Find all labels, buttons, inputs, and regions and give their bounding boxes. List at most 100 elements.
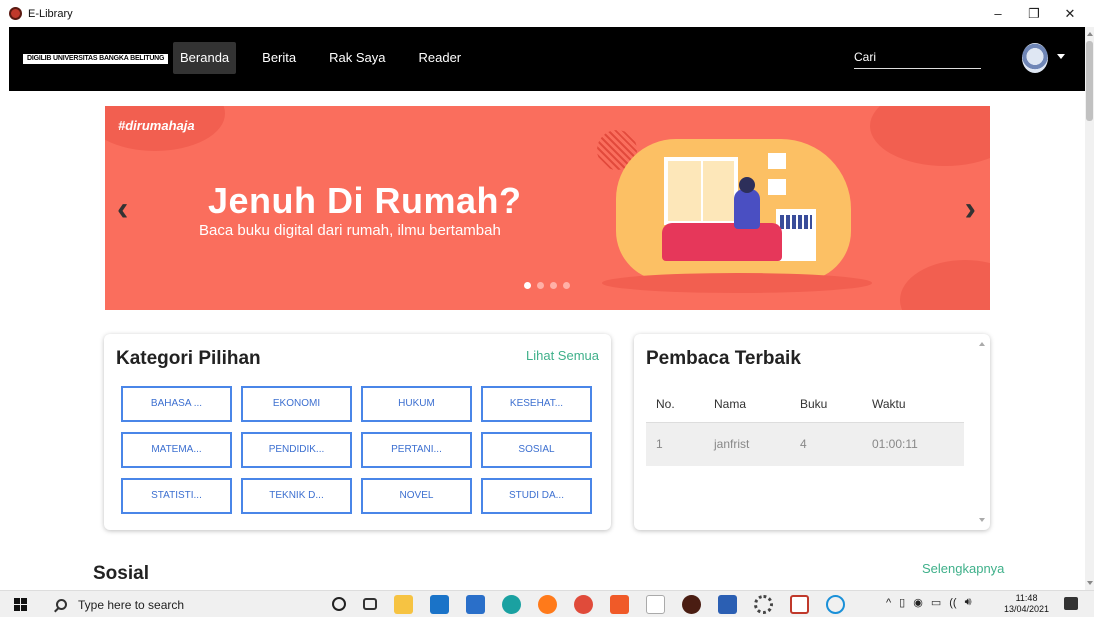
top-readers-table: No. Nama Buku Waktu 1 janfrist 4 01:00:1…	[646, 386, 964, 466]
carousel-dot[interactable]	[550, 282, 557, 289]
category-grid: BAHASA ... EKONOMI HUKUM KESEHAT... MATE…	[121, 386, 592, 514]
mail-icon[interactable]	[430, 595, 449, 614]
table-row: 1 janfrist 4 01:00:11	[646, 422, 964, 466]
nav-item-berita[interactable]: Berita	[255, 42, 303, 74]
banner-hashtag: #dirumahaja	[118, 118, 195, 133]
minimize-button[interactable]: –	[980, 6, 1016, 21]
category-button[interactable]: KESEHAT...	[481, 386, 592, 422]
chart-app-icon[interactable]	[790, 595, 809, 614]
category-button[interactable]: BAHASA ...	[121, 386, 232, 422]
settings-icon[interactable]	[754, 595, 773, 614]
top-navbar: DIGILIB UNIVERSITAS BANGKA BELITUNG Bera…	[9, 27, 1085, 91]
tray-device-icon[interactable]: ▭	[931, 596, 941, 609]
table-header-row: No. Nama Buku Waktu	[646, 386, 964, 423]
window-controls: – ❐ ✕	[980, 0, 1088, 27]
nav-links: Beranda Berita Rak Saya Reader	[173, 42, 487, 74]
category-button[interactable]: MATEMA...	[121, 432, 232, 468]
banner-headline: Jenuh Di Rumah?	[208, 180, 522, 221]
illustration-floor	[602, 273, 872, 293]
nav-item-rak-saya[interactable]: Rak Saya	[322, 42, 392, 74]
category-button[interactable]: NOVEL	[361, 478, 472, 514]
card-scrollbar[interactable]	[979, 338, 986, 526]
category-button[interactable]: PENDIDIK...	[241, 432, 352, 468]
kategori-title: Kategori Pilihan	[116, 348, 261, 369]
illustration-person	[734, 189, 760, 229]
task-view-icon[interactable]	[363, 598, 377, 610]
column-header: Buku	[800, 386, 872, 423]
section-title-sosial: Sosial	[93, 563, 149, 584]
banner-decor-blob	[900, 260, 990, 310]
clock-time: 11:48	[1015, 593, 1038, 603]
category-button[interactable]: EKONOMI	[241, 386, 352, 422]
illustration-bookshelf	[776, 209, 816, 261]
see-more-link[interactable]: Selengkapnya	[922, 561, 1004, 576]
notification-icon[interactable]	[1064, 597, 1078, 610]
search-icon	[56, 599, 67, 610]
window-titlebar: E-Library – ❐ ✕	[0, 0, 1094, 27]
category-button[interactable]: TEKNIK D...	[241, 478, 352, 514]
search-field	[854, 47, 981, 69]
cortana-icon[interactable]	[332, 597, 346, 611]
banner-subline: Baca buku digital dari rumah, ilmu berta…	[199, 222, 501, 239]
table-cell: janfrist	[714, 422, 800, 466]
scroll-down-icon[interactable]	[1087, 581, 1093, 585]
window-title: E-Library	[28, 7, 73, 20]
illustration-frame	[768, 153, 786, 169]
category-button[interactable]: STATISTI...	[121, 478, 232, 514]
app-icon[interactable]	[610, 595, 629, 614]
column-header: Waktu	[872, 386, 964, 423]
document-icon[interactable]	[646, 595, 665, 614]
illustration-window	[664, 157, 738, 225]
category-button[interactable]: HUKUM	[361, 386, 472, 422]
scrollbar-thumb[interactable]	[1086, 41, 1093, 121]
illustration-head	[739, 177, 755, 193]
carousel-dot[interactable]	[524, 282, 531, 289]
ie-icon[interactable]	[826, 595, 845, 614]
brand-logo[interactable]: DIGILIB UNIVERSITAS BANGKA BELITUNG	[23, 54, 169, 64]
word-icon[interactable]	[718, 595, 737, 614]
firefox-icon[interactable]	[538, 595, 557, 614]
caret-down-icon[interactable]	[1057, 54, 1065, 59]
page-scrollbar[interactable]	[1085, 27, 1094, 590]
carousel-prev-icon[interactable]: ‹	[117, 192, 128, 226]
carousel-next-icon[interactable]: ›	[965, 192, 976, 226]
scroll-up-icon[interactable]	[1087, 32, 1093, 36]
carousel-dot[interactable]	[537, 282, 544, 289]
scroll-up-icon[interactable]	[979, 342, 985, 346]
university-logo-icon[interactable]	[1022, 43, 1048, 73]
taskbar-search-placeholder: Type here to search	[78, 597, 185, 612]
category-button[interactable]: PERTANI...	[361, 432, 472, 468]
see-all-link[interactable]: Lihat Semua	[526, 348, 599, 363]
elibrary-icon[interactable]	[682, 595, 701, 614]
category-button[interactable]: SOSIAL	[481, 432, 592, 468]
search-input[interactable]	[854, 47, 981, 67]
banner-decor-blob	[870, 106, 990, 166]
edge-icon[interactable]	[502, 595, 521, 614]
carousel-indicators	[524, 282, 576, 289]
windows-taskbar: Type here to search ^ ▯ ◉ ▭ (( 🔊︎ 11:48 …	[0, 590, 1094, 617]
nav-item-reader[interactable]: Reader	[412, 42, 469, 74]
tray-expand-icon[interactable]: ^	[886, 597, 891, 609]
taskbar-pinned-apps	[332, 595, 862, 614]
close-button[interactable]: ✕	[1052, 6, 1088, 22]
store-icon[interactable]	[466, 595, 485, 614]
table-cell: 01:00:11	[872, 422, 964, 466]
tray-app-icon[interactable]: ◉	[913, 596, 923, 609]
windows-start-icon[interactable]	[14, 598, 27, 611]
taskbar-search[interactable]: Type here to search	[46, 593, 316, 616]
illustration-sofa	[662, 223, 782, 261]
file-explorer-icon[interactable]	[394, 595, 413, 614]
restore-button[interactable]: ❐	[1016, 6, 1052, 22]
top-readers-card: Pembaca Terbaik No. Nama Buku Waktu 1 ja…	[634, 334, 990, 530]
taskbar-clock[interactable]: 11:48 13/04/2021	[1004, 593, 1049, 615]
chrome-icon[interactable]	[574, 595, 593, 614]
top-readers-title: Pembaca Terbaik	[646, 348, 801, 369]
reading-illustration	[602, 139, 872, 293]
nav-item-beranda[interactable]: Beranda	[173, 42, 237, 74]
tray-battery-icon[interactable]: ▯	[899, 596, 905, 609]
carousel-dot[interactable]	[563, 282, 570, 289]
category-button[interactable]: STUDI DA...	[481, 478, 592, 514]
tray-wifi-icon[interactable]: ((	[949, 597, 956, 609]
tray-volume-icon[interactable]: 🔊︎	[965, 596, 972, 609]
scroll-down-icon[interactable]	[979, 518, 985, 522]
